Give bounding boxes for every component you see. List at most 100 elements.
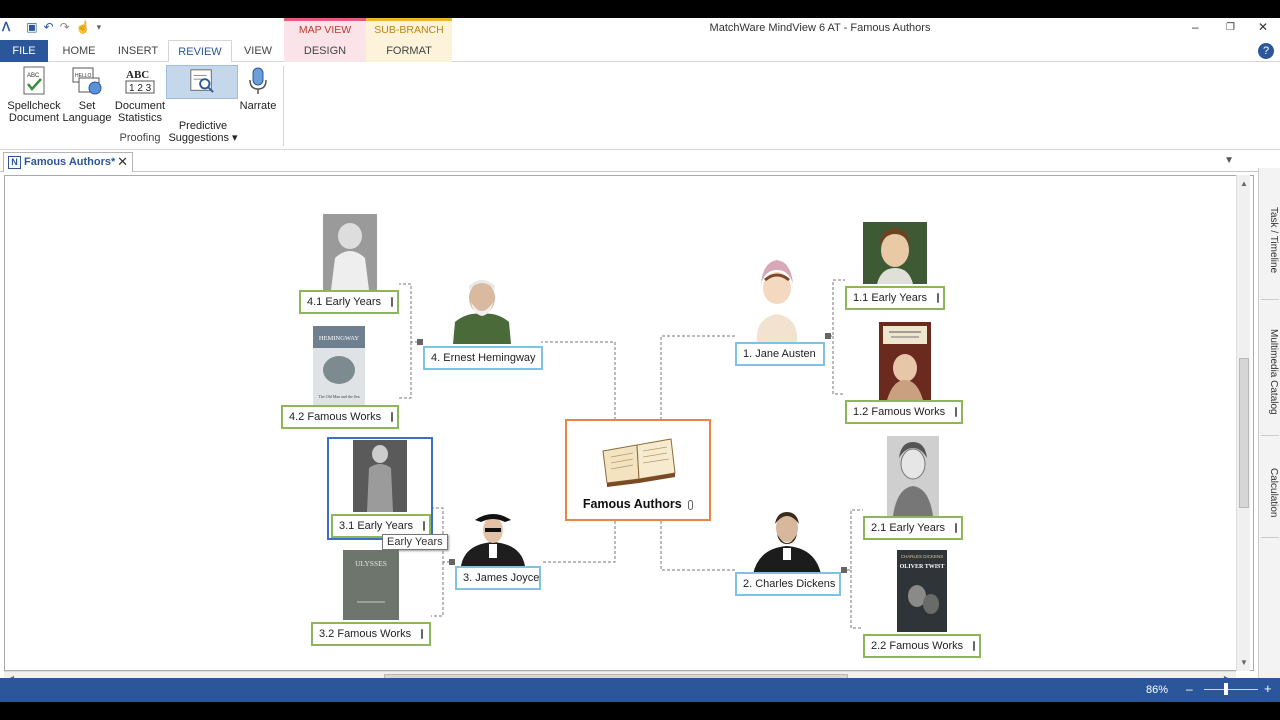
set-language-button[interactable]: HELLO Set Language	[62, 66, 112, 124]
language-icon: HELLO	[72, 67, 102, 95]
joyce-boy-photo[interactable]	[353, 440, 407, 512]
jane-austen-portrait[interactable]	[751, 254, 803, 342]
zoom-out-icon[interactable]: –	[1186, 682, 1193, 696]
document-statistics-button[interactable]: ABC 1 2 3 Document Statistics	[112, 66, 168, 124]
tab-file[interactable]: FILE	[0, 40, 48, 62]
microphone-icon	[249, 67, 267, 94]
minimize-icon[interactable]: –	[1192, 20, 1199, 34]
tab-insert[interactable]: INSERT	[110, 40, 166, 62]
central-topic-text: Famous Authors	[582, 497, 682, 511]
restore-icon[interactable]: ❐	[1226, 22, 1235, 33]
charles-dickens-portrait[interactable]	[753, 508, 821, 574]
redo-icon[interactable]: ↷	[60, 20, 70, 34]
document-tab-label: Famous Authors*	[24, 156, 116, 168]
open-book-icon	[602, 438, 676, 487]
side-tab-calculation[interactable]: Calculation	[1261, 448, 1279, 538]
tab-home[interactable]: HOME	[54, 40, 104, 62]
touch-mode-icon[interactable]: ☝	[76, 20, 91, 34]
oliver-twist-cover[interactable]: CHARLES DICKENS OLIVER TWIST	[897, 550, 947, 632]
spellcheck-label-1: Spellcheck	[7, 100, 61, 112]
mind-map-canvas[interactable]: Famous Authors 4. Ernest Hemingway 4.1 E…	[4, 175, 1254, 671]
old-man-and-the-sea-cover: HEMINGWAY The Old Man and the Sea	[313, 326, 365, 406]
attachment-icon[interactable]	[423, 521, 425, 531]
topic-2-2-famous-works[interactable]: 2.2 Famous Works	[863, 634, 981, 658]
spellcheck-icon: ABC	[23, 66, 45, 95]
document-statistics-label-1: Document	[114, 100, 166, 112]
undo-icon[interactable]: ↶	[44, 20, 54, 34]
mindview-doc-icon: N	[8, 156, 21, 169]
attachment-icon[interactable]	[937, 293, 939, 303]
branch-charles-dickens[interactable]: 2. Charles Dickens	[735, 572, 841, 596]
pride-and-prejudice-cover[interactable]	[879, 322, 931, 400]
context-header-map-view: MAP VIEW	[284, 18, 366, 40]
topic-4-1-early-years[interactable]: 4.1 Early Years	[299, 290, 399, 314]
side-tab-multimedia-catalog[interactable]: Multimedia Catalog	[1261, 308, 1279, 436]
narrate-button[interactable]: Narrate	[238, 66, 278, 112]
topic-1-1-label: 1.1 Early Years	[853, 292, 927, 304]
topic-3-2-label: 3.2 Famous Works	[319, 628, 412, 640]
predictive-suggestions-button[interactable]	[166, 65, 238, 99]
vertical-scrollbar[interactable]: ▲ ▼	[1236, 175, 1250, 671]
attachment-icon[interactable]	[391, 412, 394, 422]
dickens-early-years-portrait[interactable]	[887, 436, 939, 516]
attachment-icon[interactable]	[973, 641, 976, 651]
branch-jane-austen[interactable]: 1. Jane Austen	[735, 342, 825, 366]
tab-list-dropdown-icon[interactable]: ▼	[1224, 155, 1234, 166]
side-panel: Task / Timeline Multimedia Catalog Calcu…	[1258, 168, 1280, 678]
ribbon-review: ABC Spellcheck Document HELLO Set Langua…	[0, 62, 1280, 150]
ulysses-cover[interactable]: ULYSSES	[343, 550, 399, 620]
tab-view[interactable]: VIEW	[236, 40, 280, 62]
topic-3-2-famous-works[interactable]: 3.2 Famous Works	[311, 622, 431, 646]
topic-2-2-label: 2.2 Famous Works	[871, 640, 964, 652]
joyce-boy-photo-image	[353, 440, 407, 512]
attachment-icon[interactable]	[955, 407, 958, 417]
branch-james-joyce[interactable]: 3. James Joyce	[455, 566, 541, 590]
help-icon[interactable]: ?	[1258, 43, 1274, 59]
svg-text:1 2 3: 1 2 3	[129, 83, 152, 94]
attachment-icon[interactable]	[955, 523, 957, 533]
scroll-down-icon[interactable]: ▼	[1240, 658, 1248, 667]
zoom-level[interactable]: 86%	[1146, 684, 1168, 696]
customize-qat-icon[interactable]: ▾	[97, 22, 102, 33]
topic-1-2-label: 1.2 Famous Works	[853, 406, 946, 418]
attachment-icon[interactable]	[421, 629, 424, 639]
topic-4-2-famous-works[interactable]: 4.2 Famous Works	[281, 405, 399, 429]
branch-ernest-hemingway[interactable]: 4. Ernest Hemingway	[423, 346, 543, 370]
scroll-up-icon[interactable]: ▲	[1240, 179, 1248, 188]
spellcheck-document-button[interactable]: ABC Spellcheck Document	[6, 66, 62, 124]
topic-1-1-early-years[interactable]: 1.1 Early Years	[845, 286, 945, 310]
topic-2-1-early-years[interactable]: 2.1 Early Years	[863, 516, 963, 540]
save-icon[interactable]: ▣	[26, 20, 37, 34]
austen-young-portrait-image	[863, 222, 927, 284]
hemingway-cover-title: HEMINGWAY	[319, 335, 360, 342]
ribbon-tabs: FILE HOME INSERT REVIEW VIEW DESIGN FORM…	[0, 40, 1280, 63]
hemingway-book-cover[interactable]: HEMINGWAY The Old Man and the Sea	[313, 326, 365, 406]
james-joyce-portrait[interactable]	[461, 508, 525, 566]
narrate-label: Narrate	[239, 100, 277, 112]
zoom-in-icon[interactable]: +	[1264, 681, 1272, 696]
topic-1-2-famous-works[interactable]: 1.2 Famous Works	[845, 400, 963, 424]
attachment-icon[interactable]	[391, 297, 393, 307]
dickens-cover-title: OLIVER TWIST	[900, 564, 945, 570]
hemingway-baby-photo[interactable]	[323, 214, 377, 290]
tab-review[interactable]: REVIEW	[168, 40, 232, 63]
hemingway-portrait-image	[453, 280, 511, 344]
dickens-cover-author: CHARLES DICKENS	[901, 554, 944, 559]
topic-3-1-label: 3.1 Early Years	[339, 520, 413, 532]
side-tab-task-timeline[interactable]: Task / Timeline	[1261, 182, 1279, 300]
zoom-slider-thumb[interactable]	[1224, 683, 1228, 695]
hemingway-portrait[interactable]	[453, 274, 511, 344]
document-tab[interactable]: N Famous Authors* ✕	[3, 152, 133, 172]
tab-design[interactable]: DESIGN	[284, 40, 366, 62]
zoom-slider[interactable]	[1204, 689, 1258, 690]
austen-early-years-painting[interactable]	[863, 222, 927, 284]
attachment-icon[interactable]	[688, 499, 694, 510]
svg-text:ABC: ABC	[126, 69, 149, 81]
tab-format[interactable]: FORMAT	[366, 40, 452, 62]
central-topic[interactable]: Famous Authors	[565, 419, 711, 521]
predictive-icon	[190, 69, 214, 93]
app-logo-icon[interactable]: ᐱ	[2, 20, 10, 34]
close-doc-tab-icon[interactable]: ✕	[117, 153, 128, 171]
close-window-icon[interactable]: ✕	[1258, 20, 1268, 34]
vertical-scroll-thumb[interactable]	[1239, 358, 1249, 508]
